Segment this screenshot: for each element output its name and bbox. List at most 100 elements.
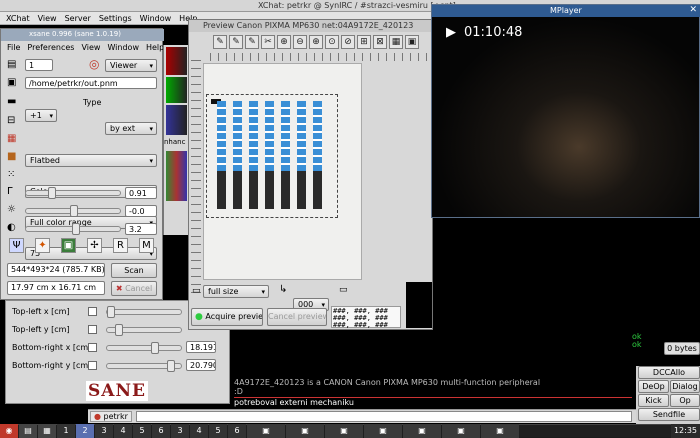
terminal-icon[interactable]: ▤ (19, 424, 37, 438)
deop-button[interactable]: DeOp (638, 380, 669, 393)
task-button[interactable]: ▣ (481, 424, 519, 438)
preview-thumbnail (406, 282, 432, 328)
op-button[interactable]: Op (670, 394, 700, 407)
size-select[interactable]: full size ▾ (203, 285, 269, 298)
video-frame[interactable]: ▶ 01:10:48 (432, 17, 699, 217)
workspace-5[interactable]: 5 (133, 424, 151, 438)
task-button[interactable]: ▣ (286, 424, 324, 438)
task-button[interactable]: ▣ (325, 424, 363, 438)
enhance-icon[interactable]: ▣ (61, 238, 76, 253)
store-icon[interactable]: M (139, 238, 154, 253)
workspace-2[interactable]: 2 (76, 424, 94, 438)
bottomright-x-checkbox[interactable] (88, 343, 97, 352)
nick-button[interactable]: ● petrkr (90, 411, 132, 422)
preview-canvas[interactable] (203, 63, 362, 280)
menu-settings[interactable]: Settings (99, 14, 132, 23)
cancel-button[interactable]: ✖ Cancel (111, 281, 157, 296)
workspace-8[interactable]: 4 (190, 424, 208, 438)
zoom-area-icon[interactable]: ⊕ (309, 35, 323, 49)
mplayer-titlebar[interactable]: MPlayer ✕ (432, 5, 700, 17)
floppy-icon[interactable]: ▣ (7, 77, 16, 88)
zoom-out-icon[interactable]: ⊖ (293, 35, 307, 49)
kick-button[interactable]: Kick (638, 394, 669, 407)
acquire-preview-button[interactable]: ● Acquire preview (191, 308, 263, 326)
brightness-slider[interactable] (25, 205, 121, 217)
workspace-1[interactable]: 1 (57, 424, 75, 438)
step-select[interactable]: +1 ▾ (25, 109, 57, 122)
brightness-field[interactable]: -0.0 (125, 205, 157, 217)
chat-input[interactable] (136, 411, 632, 422)
workspace-6[interactable]: 6 (152, 424, 170, 438)
source-select[interactable]: Flatbed ▾ (25, 154, 157, 167)
color-correction-icon[interactable]: ✦ (35, 238, 50, 253)
bottomright-y-checkbox[interactable] (88, 361, 97, 370)
resolution-icon: ⁙ (7, 169, 16, 180)
menu-preferences[interactable]: Preferences (27, 43, 74, 52)
contrast-field[interactable]: 3.2 (125, 223, 157, 235)
workspace-10[interactable]: 6 (228, 424, 246, 438)
workspace-7[interactable]: 3 (171, 424, 189, 438)
gamma-slider[interactable] (25, 187, 121, 199)
type-select[interactable]: by ext ▾ (105, 122, 157, 135)
chevron-down-icon: ▾ (49, 112, 53, 120)
autoselect-icon[interactable]: ⊠ (373, 35, 387, 49)
menu-view[interactable]: View (81, 43, 100, 52)
option-row: Bottom-right x [cm] 18.191 (6, 339, 231, 357)
delete-icon[interactable]: ▣ (405, 35, 419, 49)
task-button[interactable]: ▣ (247, 424, 285, 438)
contrast-slider[interactable] (25, 223, 121, 235)
menu-server[interactable]: Server (65, 14, 91, 23)
bottomright-y-slider[interactable] (106, 360, 182, 372)
topleft-y-label: Top-left y [cm] (12, 325, 70, 334)
mplayer-window: MPlayer ✕ ▶ 01:10:48 (431, 4, 700, 218)
menu-xchat[interactable]: XChat (6, 14, 30, 23)
topleft-y-checkbox[interactable] (88, 325, 97, 334)
grid-icon[interactable]: ▦ (389, 35, 403, 49)
workspace-3[interactable]: 3 (95, 424, 113, 438)
zoom-in-icon[interactable]: ⊕ (277, 35, 291, 49)
task-button[interactable]: ▣ (364, 424, 402, 438)
sendfile-button[interactable]: Sendfile (638, 408, 700, 421)
app-menu-icon[interactable]: ◉ (0, 424, 18, 438)
bottomright-x-field[interactable]: 18.191 (186, 341, 216, 353)
topleft-x-slider[interactable] (106, 306, 182, 318)
workspace-9[interactable]: 5 (209, 424, 227, 438)
menu-file[interactable]: File (7, 43, 20, 52)
select-area-icon[interactable]: ⊞ (357, 35, 371, 49)
play-icon: ▶ (446, 25, 456, 40)
flip-icon[interactable]: ✂ (261, 35, 275, 49)
close-icon[interactable]: ✕ (689, 5, 697, 15)
menu-view[interactable]: View (38, 14, 57, 23)
cancel-preview-button[interactable]: Cancel preview (267, 308, 327, 326)
files-icon[interactable]: ▦ (38, 424, 56, 438)
pipette-black-icon[interactable]: ✎ (245, 35, 259, 49)
bottomright-y-field[interactable]: 20.790 (186, 359, 216, 371)
topleft-y-slider[interactable] (106, 324, 182, 336)
menu-help[interactable]: Help (146, 43, 164, 52)
filename-field[interactable]: /home/petrkr/out.pnm (25, 77, 157, 89)
topleft-x-checkbox[interactable] (88, 307, 97, 316)
adjust-icon[interactable]: ✢ (87, 238, 102, 253)
task-button[interactable]: ▣ (442, 424, 480, 438)
zoom-fit-icon[interactable]: ⊙ (325, 35, 339, 49)
aspect-icon: ▭ (339, 285, 348, 295)
pipette-gray-icon[interactable]: ✎ (229, 35, 243, 49)
xsane-titlebar[interactable]: xsane 0.996 (sane 1.0.19) (1, 29, 164, 41)
histogram-tool-icon[interactable]: Ψ (9, 238, 24, 253)
dccallo-button[interactable]: DCCAllo (638, 366, 700, 379)
selection-frame[interactable] (206, 94, 338, 218)
task-button[interactable]: ▣ (403, 424, 441, 438)
copies-spinner[interactable]: 1 (25, 59, 53, 71)
gamma-field[interactable]: 0.91 (125, 187, 157, 199)
mode-select[interactable]: Viewer ▾ (105, 59, 157, 72)
pipette-white-icon[interactable]: ✎ (213, 35, 227, 49)
dialog-button[interactable]: Dialog (670, 380, 700, 393)
bottomright-x-slider[interactable] (106, 342, 182, 354)
zoom-undo-icon[interactable]: ⊘ (341, 35, 355, 49)
menu-window[interactable]: Window (140, 14, 172, 23)
preview-titlebar[interactable]: Preview Canon PIXMA MP630 net:04A9172E_4… (189, 20, 434, 32)
scan-button[interactable]: Scan (111, 263, 157, 278)
menu-window[interactable]: Window (107, 43, 139, 52)
restore-icon[interactable]: R (113, 238, 128, 253)
workspace-4[interactable]: 4 (114, 424, 132, 438)
